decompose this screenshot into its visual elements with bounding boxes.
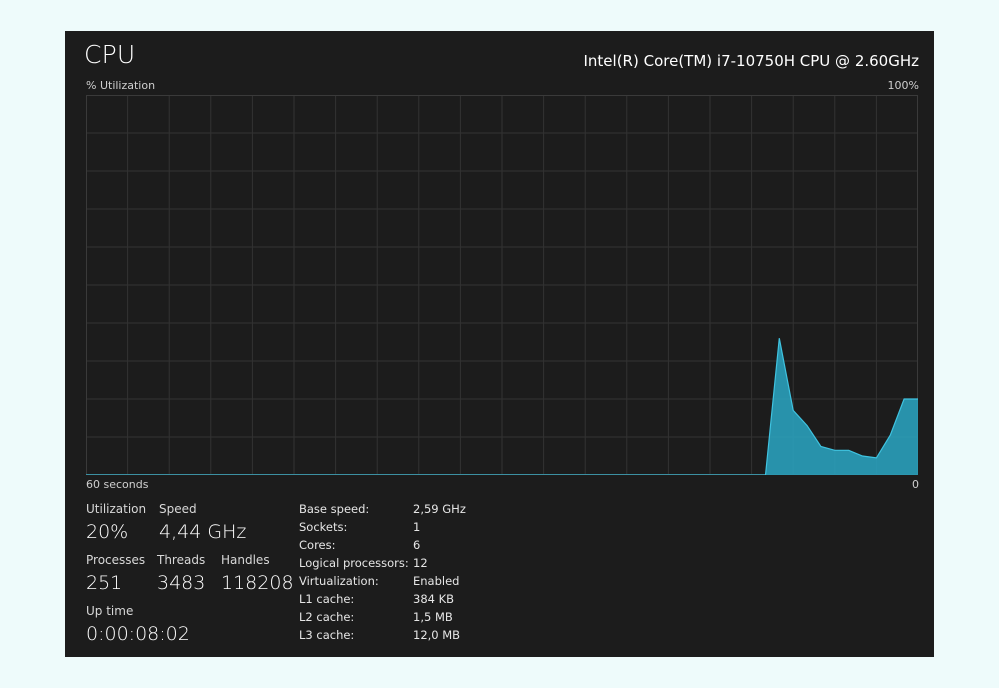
uptime-label: Up time [86,604,134,618]
x-axis-end-label: 0 [912,478,919,491]
utilization-value: 20% [86,521,129,543]
processes-value: 251 [86,572,123,594]
info-value-virtualization: Enabled [413,574,460,588]
handles-value: 118208 [221,572,294,594]
info-key-l2-cache: L2 cache: [299,610,355,624]
y-axis-max-label: 100% [887,79,919,92]
handles-label: Handles [221,553,270,567]
info-key-logical-processors: Logical processors: [299,556,409,570]
threads-label: Threads [157,553,206,567]
info-key-l3-cache: L3 cache: [299,628,355,642]
info-value-cores: 6 [413,538,421,552]
page-title: CPU [84,40,136,69]
threads-value: 3483 [157,572,206,594]
uptime-value: 0:00:08:02 [86,623,190,645]
info-value-logical-processors: 12 [413,556,428,570]
info-key-virtualization: Virtualization: [299,574,379,588]
info-key-base-speed: Base speed: [299,502,370,516]
info-value-l2-cache: 1,5 MB [413,610,453,624]
info-key-l1-cache: L1 cache: [299,592,355,606]
speed-value: 4,44 GHz [159,521,247,543]
cpu-model-name: Intel(R) Core(TM) i7-10750H CPU @ 2.60GH… [583,52,920,70]
x-axis-label: 60 seconds [86,478,149,491]
cpu-performance-panel: CPU Intel(R) Core(TM) i7-10750H CPU @ 2.… [65,31,934,657]
cpu-utilization-graph [86,95,918,475]
cpu-info-table: Base speed: 2,59 GHz Sockets: 1 Cores: 6… [299,502,499,646]
processes-label: Processes [86,553,146,567]
y-axis-label: % Utilization [86,79,156,92]
info-key-sockets: Sockets: [299,520,348,534]
info-key-cores: Cores: [299,538,336,552]
info-value-base-speed: 2,59 GHz [413,502,466,516]
info-value-l1-cache: 384 KB [413,592,455,606]
speed-label: Speed [159,502,197,516]
utilization-label: Utilization [86,502,147,516]
info-value-sockets: 1 [413,520,421,534]
info-value-l3-cache: 12,0 MB [413,628,461,642]
